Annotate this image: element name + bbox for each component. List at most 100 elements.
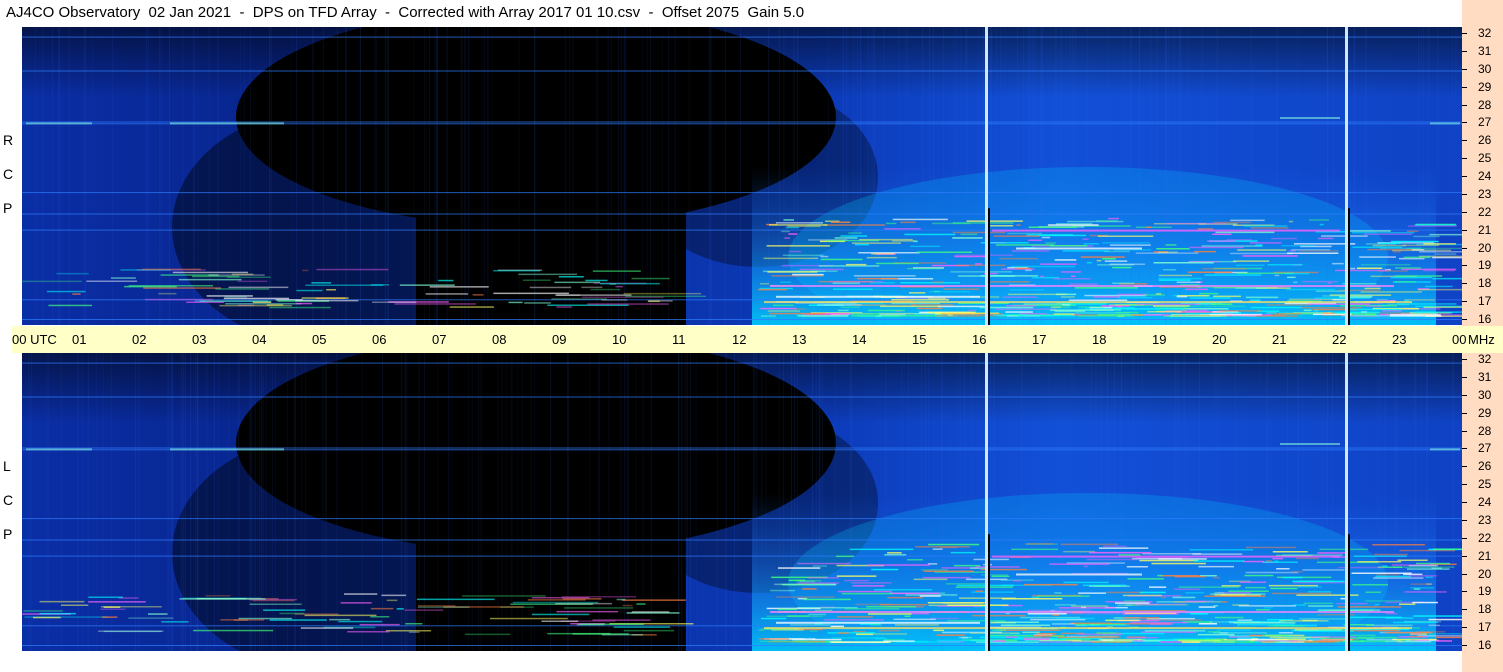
emission-trace [852, 585, 885, 587]
emission-trace [830, 625, 844, 628]
emission-trace [908, 292, 926, 294]
emission-trace [1170, 315, 1228, 317]
emission-trace [884, 554, 907, 556]
emission-trace [954, 254, 1013, 256]
freq-tick-mark [1462, 301, 1467, 302]
vertical-streak [169, 27, 171, 325]
interference-burst [26, 448, 92, 451]
vertical-streak [821, 353, 823, 651]
emission-trace [954, 255, 985, 258]
emission-trace [1346, 230, 1391, 232]
freq-tick-label: 19 [1478, 258, 1492, 272]
emission-trace [1407, 638, 1419, 640]
emission-trace [417, 605, 456, 607]
vertical-streak [737, 353, 739, 651]
vertical-streak [424, 27, 426, 325]
emission-trace [966, 220, 1023, 222]
emission-trace [1213, 221, 1251, 224]
emission-trace [1157, 574, 1163, 577]
vertical-streak [213, 353, 215, 651]
vertical-streak [250, 27, 251, 325]
emission-trace [975, 566, 1020, 568]
emission-trace [947, 314, 953, 316]
emission-trace [1185, 592, 1205, 594]
frequency-line [22, 396, 1462, 398]
emission-trace [1049, 563, 1110, 565]
emission-trace [429, 286, 489, 288]
vertical-streak [761, 353, 763, 651]
vertical-streak [1055, 27, 1057, 325]
vertical-streak [617, 27, 619, 325]
vertical-streak [434, 27, 436, 325]
emission-trace [1027, 609, 1092, 612]
vertical-streak [77, 353, 79, 651]
vertical-streak [146, 27, 148, 325]
emission-trace [1178, 586, 1239, 588]
vertical-streak [753, 353, 755, 651]
emission-trace [1112, 266, 1132, 269]
emission-trace [237, 280, 268, 283]
emission-trace [759, 638, 789, 640]
emission-trace [631, 277, 670, 280]
emission-trace [72, 293, 81, 295]
emission-trace [835, 555, 854, 558]
vertical-streak [1130, 27, 1131, 325]
emission-trace [1372, 244, 1407, 247]
emission-trace [1308, 219, 1329, 221]
vertical-streak [388, 27, 389, 325]
emission-trace [1014, 267, 1031, 270]
emission-trace [790, 624, 831, 626]
emission-trace [1266, 304, 1311, 306]
emission-trace [1385, 631, 1433, 634]
emission-trace [1319, 548, 1369, 551]
emission-trace [1017, 314, 1076, 317]
vertical-streak [953, 27, 955, 325]
vertical-streak [296, 27, 297, 325]
vertical-streak [429, 27, 431, 325]
emission-trace [1156, 248, 1190, 250]
freq-tick-label: 27 [1478, 441, 1492, 455]
bright-trace [776, 295, 980, 298]
emission-trace [404, 609, 444, 611]
bottom-margin [0, 652, 1462, 672]
emission-trace [818, 265, 880, 267]
emission-trace [1126, 637, 1158, 639]
emission-trace [1282, 576, 1303, 579]
emission-trace [1380, 242, 1401, 245]
emission-trace [405, 623, 423, 625]
emission-trace [1394, 281, 1416, 283]
vertical-streak [336, 27, 338, 325]
emission-trace [892, 218, 948, 221]
emission-trace [249, 603, 302, 605]
interference-burst [1280, 117, 1340, 119]
emission-trace [928, 290, 970, 293]
emission-trace [1036, 633, 1057, 635]
time-tick-label: 03 [192, 332, 207, 347]
vertical-streak [295, 353, 296, 651]
emission-trace [1214, 594, 1246, 596]
freq-tick-mark [1462, 33, 1467, 34]
time-tick-label: 08 [492, 332, 507, 347]
emission-trace [592, 270, 641, 272]
emission-trace [1211, 303, 1233, 305]
vertical-streak [650, 353, 652, 651]
emission-trace [849, 548, 914, 551]
emission-trace [1300, 307, 1363, 309]
emission-trace [626, 612, 680, 614]
freq-tick-label: 24 [1478, 169, 1492, 183]
frequency-line [22, 299, 1462, 301]
emission-trace [386, 599, 398, 602]
vertical-streak [996, 27, 997, 325]
emission-trace [932, 548, 943, 550]
emission-trace [1008, 293, 1067, 296]
emission-trace [770, 589, 795, 592]
bright-trace [1016, 247, 1142, 250]
vertical-streak [61, 353, 62, 651]
emission-trace [1080, 256, 1125, 258]
emission-trace [1201, 245, 1263, 247]
emission-trace [493, 270, 541, 272]
spectrogram-lcp [22, 353, 1462, 651]
emission-trace [1144, 630, 1206, 632]
emission-trace [1127, 578, 1164, 580]
emission-trace [622, 599, 686, 601]
